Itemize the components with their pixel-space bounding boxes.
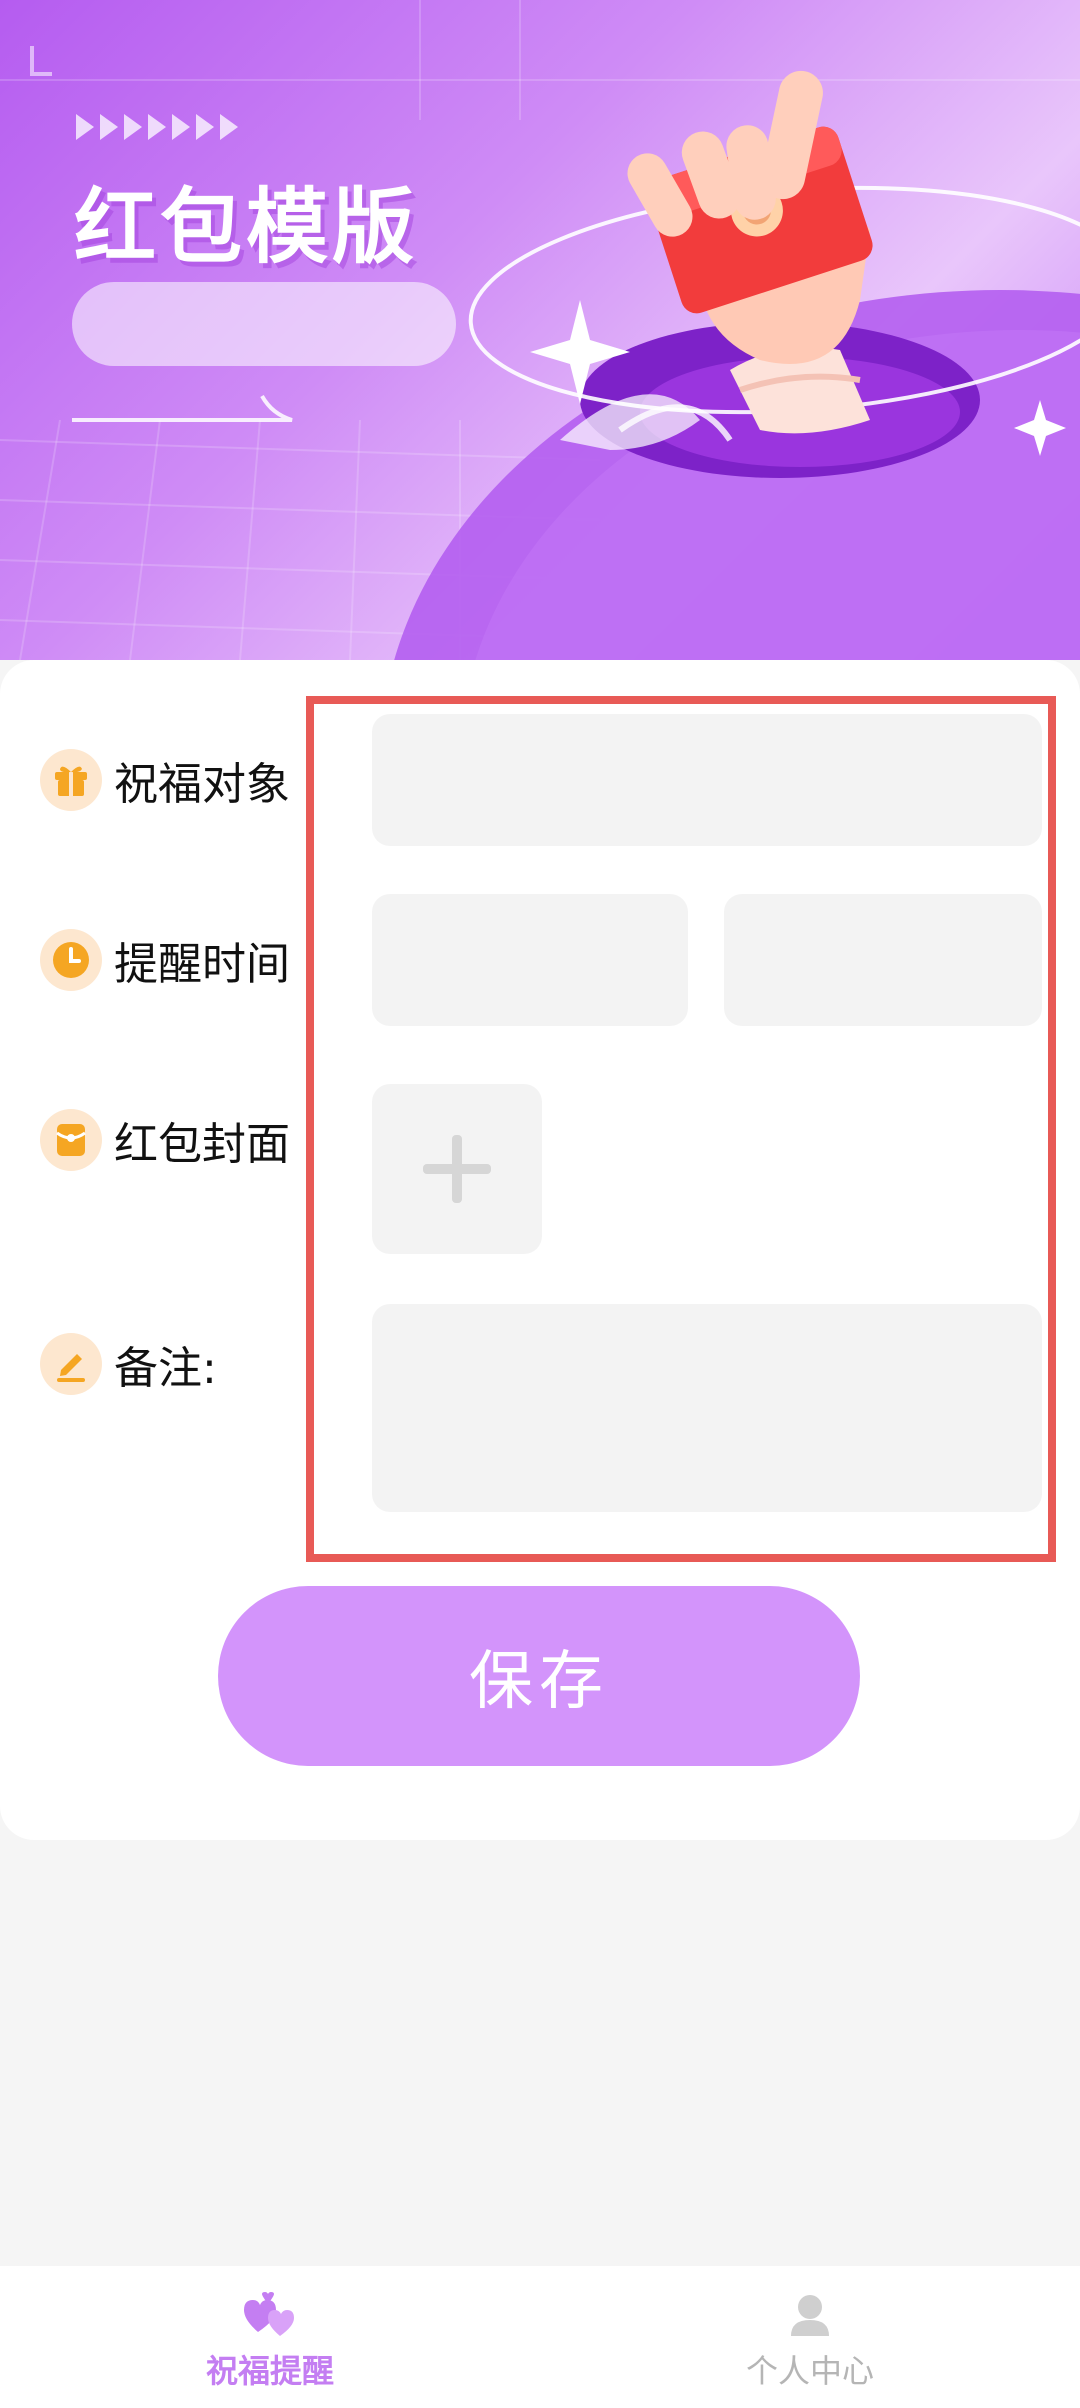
note-row-label: 备注: [40,1332,217,1396]
tab-blessing-reminder[interactable]: 祝福提醒 [0,2266,540,2408]
gift-icon [40,749,102,811]
header-banner: 红包模版 [0,0,1080,660]
hearts-icon [244,2292,294,2336]
red-envelope-icon [40,1109,102,1171]
clock-icon [40,929,102,991]
recipient-label: 祝福对象 [114,759,290,810]
save-button[interactable]: 保存 [218,1586,860,1766]
highlight-box [306,696,1056,1562]
tab-personal-center-label: 个人中心 [745,2352,874,2390]
recipient-row-label: 祝福对象 [40,748,290,812]
tab-personal-center[interactable]: 个人中心 [540,2266,1080,2408]
red-envelope-hand-illustration [394,70,1080,660]
edit-icon [40,1333,102,1395]
cover-row-label: 红包封面 [40,1108,290,1172]
cover-label: 红包封面 [114,1119,290,1170]
note-label: 备注: [114,1343,217,1394]
reminder-time-row-label: 提醒时间 [40,928,290,992]
reminder-time-label: 提醒时间 [114,939,290,990]
person-icon [791,2295,829,2336]
tab-blessing-reminder-label: 祝福提醒 [205,2352,334,2390]
bottom-tab-bar: 祝福提醒 个人中心 [0,2266,1080,2408]
